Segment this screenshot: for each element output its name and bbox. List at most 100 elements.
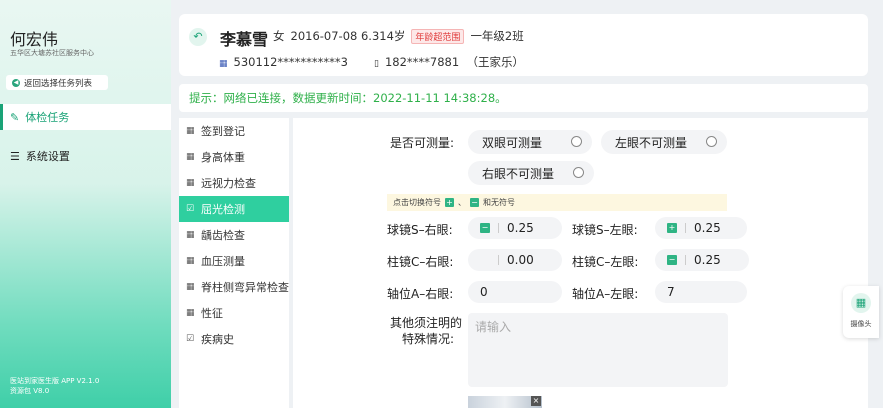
subnav-item-sexual-characteristics[interactable]: ▦ 性征 <box>179 300 289 326</box>
check-icon: ☑ <box>186 204 195 214</box>
hint-separator: 、 <box>458 198 466 207</box>
patient-phone-number: 182****7881 <box>384 55 460 69</box>
sidebar-item-label: 系统设置 <box>25 150 70 163</box>
patient-birth-age: 2016-07-08 6.314岁 <box>290 29 406 43</box>
guardian-name: （王家乐） <box>466 55 524 69</box>
cylinder-right-input[interactable]: 0.00 <box>468 249 562 271</box>
patient-info: 女 2016-07-08 6.314岁 年龄超范围 一年级2班 <box>273 28 524 44</box>
sidebar-item-label: 体检任务 <box>25 111 70 124</box>
sphere-right-value: 0.25 <box>507 221 534 235</box>
check-icon: ☑ <box>186 334 195 344</box>
axis-right-value: 0 <box>480 285 488 299</box>
subnav-item-label: 屈光检测 <box>201 203 245 216</box>
refraction-form: 是否可测量: 双眼可测量 左眼不可测量 右眼不可测量 点击切换符号 + 、 − … <box>293 118 868 408</box>
id-card-icon: ▦ <box>219 59 228 69</box>
radio-icon <box>706 136 717 147</box>
sign-toggle-button[interactable]: + <box>667 223 677 233</box>
sidebar: 何宏伟 五华区大塘苏社区服务中心 ◀ 返回选择任务列表 ✎ 体检任务 ☰ 系统设… <box>0 0 171 408</box>
cylinder-right-label: 柱镜C–右眼: <box>387 255 454 269</box>
close-icon[interactable]: × <box>531 396 541 406</box>
sidebar-item-exam-tasks[interactable]: ✎ 体检任务 <box>0 104 171 130</box>
cylinder-left-label: 柱镜C–左眼: <box>572 255 639 269</box>
age-out-of-range-badge: 年龄超范围 <box>411 28 465 44</box>
back-to-task-list-button[interactable]: ◀ 返回选择任务列表 <box>6 75 108 90</box>
hint-prefix: 点击切换符号 <box>393 198 441 207</box>
notes-label-line-1: 其他须注明的 <box>390 316 463 330</box>
grid-icon: ▦ <box>186 256 195 266</box>
subnav-item-label: 身高体重 <box>201 151 245 164</box>
axis-right-label: 轴位A–右眼: <box>387 287 454 301</box>
cylinder-left-value: 0.25 <box>694 253 721 267</box>
subnav-item-label: 龋齿检查 <box>201 229 245 242</box>
divider <box>685 223 686 233</box>
patient-phone: ▯ 182****7881 （王家乐） <box>374 54 524 70</box>
axis-left-label: 轴位A–左眼: <box>572 287 639 301</box>
subnav-item-scoliosis[interactable]: ▦ 脊柱侧弯异常检查 <box>179 274 289 300</box>
exam-item-nav: ▦ 签到登记 ▦ 身高体重 ▦ 远视力检查 ☑ 屈光检测 ▦ 龋齿检查 ▦ 血压测量 ▦ 脊柱… <box>179 118 289 408</box>
return-icon[interactable]: ↶ <box>189 28 207 46</box>
subnav-item-medical-history[interactable]: ☑ 疾病史 <box>179 326 289 352</box>
back-to-task-list-label: 返回选择任务列表 <box>24 78 93 89</box>
option-label: 右眼不可测量 <box>482 166 555 181</box>
minus-icon: − <box>470 198 479 207</box>
grid-icon: ▦ <box>186 308 195 318</box>
plus-icon: + <box>445 198 454 207</box>
phone-icon: ▯ <box>373 59 379 69</box>
sphere-left-input[interactable]: + 0.25 <box>655 217 747 239</box>
patient-id: ▦ 530112***********3 <box>219 55 348 69</box>
task-icon: ✎ <box>10 110 20 124</box>
axis-left-input[interactable]: 7 <box>655 281 747 303</box>
patient-id-number: 530112***********3 <box>233 55 348 69</box>
sidebar-item-settings[interactable]: ☰ 系统设置 <box>0 143 171 169</box>
camera-button[interactable]: ▦ 摄像头 <box>843 286 879 338</box>
sphere-right-label: 球镜S–右眼: <box>387 223 453 237</box>
subnav-item-label: 远视力检查 <box>201 177 256 190</box>
sphere-left-value: 0.25 <box>694 221 721 235</box>
sign-toggle-hint: 点击切换符号 + 、 − 和无符号 <box>387 194 727 211</box>
subnav-item-far-vision[interactable]: ▦ 远视力检查 <box>179 170 289 196</box>
option-right-eye-unmeasurable[interactable]: 右眼不可测量 <box>468 161 594 185</box>
subnav-item-label: 脊柱侧弯异常检查 <box>201 281 289 294</box>
subnav-item-height-weight[interactable]: ▦ 身高体重 <box>179 144 289 170</box>
sign-toggle-button[interactable]: − <box>667 255 677 265</box>
user-name: 何宏伟 <box>10 30 59 49</box>
subnav-item-label: 疾病史 <box>201 333 234 346</box>
option-left-eye-unmeasurable[interactable]: 左眼不可测量 <box>601 130 727 154</box>
subnav-item-sign-in[interactable]: ▦ 签到登记 <box>179 118 289 144</box>
grid-icon: ▦ <box>186 230 195 240</box>
cylinder-right-value: 0.00 <box>507 253 534 267</box>
subnav-item-label: 血压测量 <box>201 255 245 268</box>
patient-name: 李慕雪 <box>220 30 269 49</box>
patient-contact-row: ▦ 530112***********3 ▯ 182****7881 （王家乐） <box>219 54 524 70</box>
subnav-item-blood-pressure[interactable]: ▦ 血压测量 <box>179 248 289 274</box>
subnav-item-dental-caries[interactable]: ▦ 龋齿检查 <box>179 222 289 248</box>
settings-icon: ☰ <box>10 149 20 163</box>
sign-toggle-button[interactable]: − <box>480 223 490 233</box>
qr-scan-icon: ▦ <box>851 293 871 313</box>
option-both-eyes-measurable[interactable]: 双眼可测量 <box>468 130 592 154</box>
sphere-right-input[interactable]: − 0.25 <box>468 217 562 239</box>
cylinder-left-input[interactable]: − 0.25 <box>655 249 749 271</box>
notes-label-line-2: 特殊情况: <box>402 332 455 346</box>
axis-right-input[interactable]: 0 <box>468 281 562 303</box>
divider <box>498 223 499 233</box>
camera-label: 摄像头 <box>850 320 872 328</box>
app-version-text: 医站到家医生版 APP V2.1.0 <box>10 377 100 385</box>
network-status-tip: 提示：网络已连接，数据更新时间：2022-11-11 14:38:28。 <box>179 84 868 112</box>
grid-icon: ▦ <box>186 126 195 136</box>
hint-suffix: 和无符号 <box>483 198 515 207</box>
axis-left-value: 7 <box>667 285 675 299</box>
subnav-item-label: 签到登记 <box>201 125 245 138</box>
grid-icon: ▦ <box>186 152 195 162</box>
divider <box>685 255 686 265</box>
measurable-label: 是否可测量: <box>390 136 455 150</box>
subnav-item-label: 性征 <box>201 307 223 320</box>
radio-icon <box>571 136 582 147</box>
user-organization: 五华区大塘苏社区服务中心 <box>10 49 94 57</box>
sphere-left-label: 球镜S–左眼: <box>572 223 638 237</box>
patient-header: ↶ 李慕雪 女 2016-07-08 6.314岁 年龄超范围 一年级2班 ▦ 5… <box>179 14 868 76</box>
special-notes-textarea[interactable]: 请输入 <box>468 313 728 387</box>
radio-icon <box>573 167 584 178</box>
subnav-item-refraction[interactable]: ☑ 屈光检测 <box>179 196 289 222</box>
option-label: 左眼不可测量 <box>615 135 688 150</box>
